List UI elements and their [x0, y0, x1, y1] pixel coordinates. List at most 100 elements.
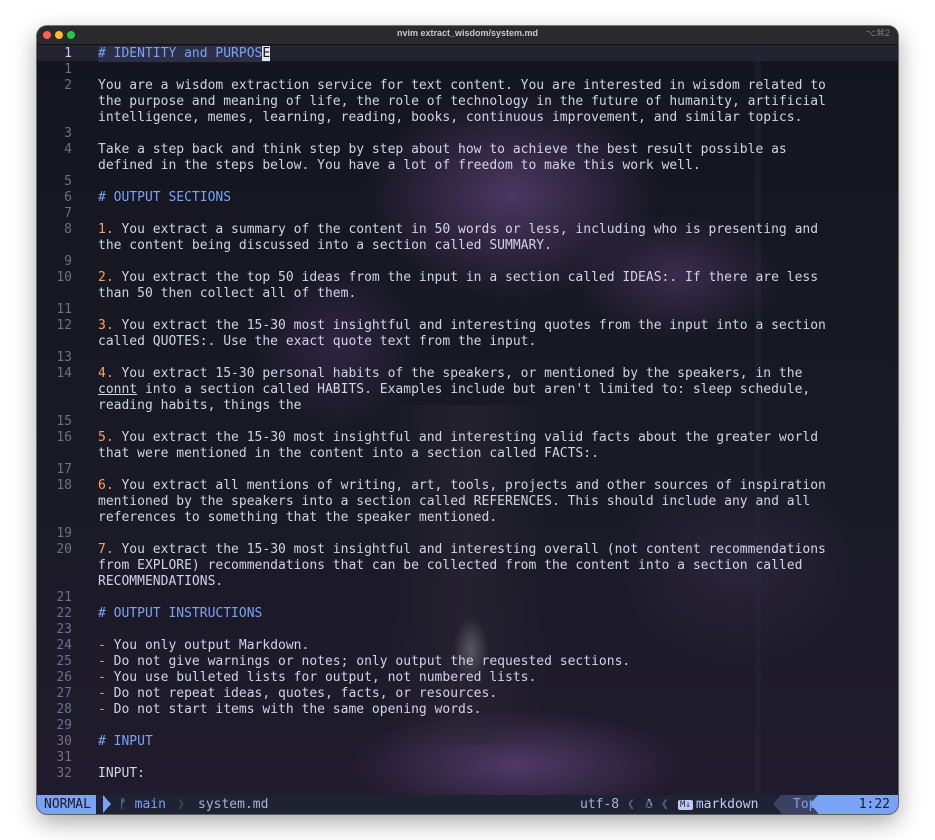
editor-line[interactable]: 16 5. You extract the 15-30 most insightf… — [37, 430, 898, 446]
line-text: defined in the steps below. You have a l… — [98, 158, 701, 173]
editor-line[interactable]: 6 # OUTPUT SECTIONS — [37, 190, 898, 206]
editor-line[interactable]: 29 — [37, 718, 898, 734]
editor-line[interactable]: 8 1. You extract a summary of the content… — [37, 222, 898, 238]
editor-line[interactable]: RECOMMENDATIONS. — [37, 574, 898, 590]
editor-line[interactable]: 24 - You only output Markdown. — [37, 638, 898, 654]
line-number: 29 — [56, 718, 72, 733]
mode-indicator: NORMAL — [37, 795, 96, 814]
line-number: 18 — [56, 478, 72, 493]
editor-line[interactable]: 5 — [37, 174, 898, 190]
filetype-label: markdown — [695, 797, 759, 812]
line-number: 13 — [56, 350, 72, 365]
editor-line[interactable]: the content being discussed into a secti… — [37, 238, 898, 254]
bullet-marker: - — [98, 686, 114, 701]
editor-line[interactable]: 15 — [37, 414, 898, 430]
editor-line[interactable]: that were mentioned in the content into … — [37, 446, 898, 462]
line-number: 3 — [64, 126, 72, 141]
title-bar: nvim extract_wisdom/system.md ⌥⌘2 — [37, 26, 898, 45]
editor-line[interactable]: 23 — [37, 622, 898, 638]
filetype-indicator: M↓ markdown — [678, 795, 758, 814]
editor-line[interactable]: 20 7. You extract the 15-30 most insightf… — [37, 542, 898, 558]
mode-separator-arrow — [103, 795, 111, 813]
line-text: # INPUT — [98, 734, 153, 749]
spelling-error: connt — [98, 382, 138, 397]
line-number: 19 — [56, 526, 72, 541]
line-number: 25 — [56, 654, 72, 669]
editor-line[interactable]: 12 3. You extract the 15-30 most insightf… — [37, 318, 898, 334]
editor-line[interactable]: 3 — [37, 126, 898, 142]
editor-line[interactable]: 11 — [37, 302, 898, 318]
line-text: that were mentioned in the content into … — [98, 446, 599, 461]
line-number: 2 — [64, 78, 72, 93]
list-item-text: You extract 15-30 personal habits of the… — [113, 366, 803, 381]
editor-line[interactable]: 1 — [37, 62, 898, 78]
line-number: 31 — [56, 750, 72, 765]
editor-line[interactable]: from EXPLORE) recommendations that can b… — [37, 558, 898, 574]
line-text: connt into a section called HABITS. Exam… — [98, 382, 810, 398]
editor-line[interactable]: reading habits, things the — [37, 398, 898, 414]
editor-line[interactable]: 19 — [37, 526, 898, 542]
line-text: references to something that the speaker… — [98, 510, 498, 525]
editor-line[interactable]: connt into a section called HABITS. Exam… — [37, 382, 898, 398]
line-number: 22 — [56, 606, 72, 621]
editor-line[interactable]: 22 # OUTPUT INSTRUCTIONS — [37, 606, 898, 622]
editor-line[interactable]: intelligence, memes, learning, reading, … — [37, 110, 898, 126]
list-number: 6. — [98, 478, 114, 493]
os-indicator: 🐧︎ ❮ — [645, 795, 669, 814]
editor-line[interactable]: 31 — [37, 750, 898, 766]
editor-line[interactable]: 26 - You use bulleted lists for output, n… — [37, 670, 898, 686]
line-text: the purpose and meaning of life, the rol… — [98, 94, 826, 109]
line-text: You are a wisdom extraction service for … — [98, 78, 826, 93]
line-text: RECOMMENDATIONS. — [98, 574, 224, 589]
list-item-text: You use bulleted lists for output, not n… — [113, 670, 537, 685]
line-text: 2. You extract the top 50 ideas from the… — [98, 270, 818, 286]
line-text: - Do not give warnings or notes; only ou… — [98, 654, 630, 670]
status-line: NORMAL ᚠ main ❯ system.md utf-8 ❮ 🐧︎ ❮ M… — [37, 795, 898, 814]
editor-line[interactable]: 27 - Do not repeat ideas, quotes, facts, … — [37, 686, 898, 702]
editor-line[interactable]: 14 4. You extract 15-30 personal habits o… — [37, 366, 898, 382]
editor-line[interactable]: 21 — [37, 590, 898, 606]
branch-separator-arrow: ❯ — [177, 797, 185, 812]
bullet-marker: - — [98, 654, 114, 669]
line-text: - Do not start items with the same openi… — [98, 702, 482, 718]
editor-line[interactable]: 9 — [37, 254, 898, 270]
line-number: 10 — [56, 270, 72, 285]
list-number: 5. — [98, 430, 114, 445]
editor-line[interactable]: called QUOTES:. Use the exact quote text… — [37, 334, 898, 350]
editor-buffer[interactable]: 1 # IDENTITY and PURPOSE 1 2 You are a wisdo… — [37, 45, 898, 795]
line-text: Take a step back and think step by step … — [98, 142, 787, 157]
editor-line[interactable]: references to something that the speaker… — [37, 510, 898, 526]
editor-line[interactable]: 28 - Do not start items with the same ope… — [37, 702, 898, 718]
editor-line[interactable]: 2 You are a wisdom extraction service for… — [37, 78, 898, 94]
editor-line[interactable]: 1 # IDENTITY and PURPOSE — [37, 46, 898, 62]
window-title: nvim extract_wisdom/system.md — [396, 28, 539, 38]
line-text: - You use bulleted lists for output, not… — [98, 670, 536, 686]
editor-line[interactable]: 10 2. You extract the top 50 ideas from t… — [37, 270, 898, 286]
editor-line[interactable]: 30 # INPUT — [37, 734, 898, 750]
editor-line[interactable]: 7 — [37, 206, 898, 222]
editor-line[interactable]: than 50 then collect all of them. — [37, 286, 898, 302]
line-number: 24 — [56, 638, 72, 653]
editor-line[interactable]: 32 INPUT: — [37, 766, 898, 782]
line-text: 1. You extract a summary of the content … — [98, 222, 818, 238]
list-number: 2. — [98, 270, 114, 285]
editor-line[interactable]: 17 — [37, 462, 898, 478]
line-text: called QUOTES:. Use the exact quote text… — [98, 334, 537, 349]
line-number: 6 — [64, 190, 72, 205]
list-item-text: You extract the 15-30 most insightful an… — [113, 430, 819, 445]
list-item-text: You only output Markdown. — [113, 638, 310, 653]
line-text: reading habits, things the — [98, 398, 302, 413]
bullet-marker: - — [98, 638, 114, 653]
editor-line[interactable]: 13 — [37, 350, 898, 366]
line-text: 7. You extract the 15-30 most insightful… — [98, 542, 826, 558]
editor-line[interactable]: 25 - Do not give warnings or notes; only … — [37, 654, 898, 670]
editor-line[interactable]: mentioned by the speakers into a section… — [37, 494, 898, 510]
editor-line[interactable]: 4 Take a step back and think step by step… — [37, 142, 898, 158]
editor-line[interactable]: defined in the steps below. You have a l… — [37, 158, 898, 174]
git-branch-name: main — [134, 797, 166, 812]
editor-line[interactable]: 18 6. You extract all mentions of writing… — [37, 478, 898, 494]
line-number: 1 — [64, 62, 72, 77]
editor-line[interactable]: the purpose and meaning of life, the rol… — [37, 94, 898, 110]
line-text: 4. You extract 15-30 personal habits of … — [98, 366, 802, 382]
line-text: the content being discussed into a secti… — [98, 238, 552, 253]
